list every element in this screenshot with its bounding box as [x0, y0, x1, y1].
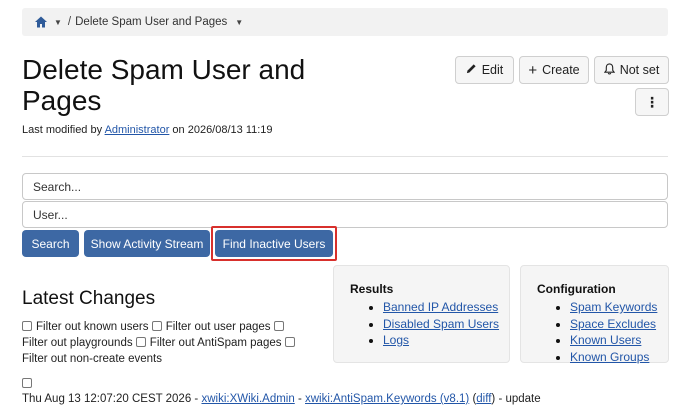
banned-ip-link[interactable]: Banned IP Addresses — [383, 300, 498, 314]
chevron-down-icon[interactable]: ▼ — [235, 18, 243, 27]
plus-icon: + — [528, 61, 538, 79]
search-input[interactable]: Search... — [22, 173, 668, 200]
filter-checkbox[interactable] — [284, 337, 295, 347]
change-user-link[interactable]: xwiki:XWiki.Admin — [201, 393, 294, 405]
space-excludes-link[interactable]: Space Excludes — [570, 317, 656, 331]
spam-keywords-link[interactable]: Spam Keywords — [570, 300, 657, 314]
filter-list: Filter out known users Filter out user p… — [22, 319, 322, 367]
filter-checkbox[interactable] — [22, 321, 32, 331]
known-users-link[interactable]: Known Users — [570, 333, 641, 347]
last-modified: Last modified by Administrator on 2026/0… — [22, 124, 273, 136]
bell-icon — [603, 62, 615, 78]
configuration-panel: Configuration Spam Keywords Space Exclud… — [520, 265, 669, 364]
breadcrumb: ▼ / Delete Spam User and Pages ▼ — [22, 8, 668, 36]
filter-checkbox[interactable] — [135, 337, 146, 347]
change-entry: Thu Aug 13 12:07:20 CEST 2026 - xwiki:XW… — [22, 393, 541, 405]
diff-link[interactable]: diff — [476, 393, 491, 405]
configuration-title: Configuration — [537, 282, 616, 296]
results-panel: Results Banned IP Addresses Disabled Spa… — [333, 265, 510, 363]
page-title: Delete Spam User and Pages — [22, 54, 306, 116]
breadcrumb-current[interactable]: Delete Spam User and Pages — [75, 16, 227, 28]
change-page-link[interactable]: xwiki:AntiSpam.Keywords (v8.1) — [305, 393, 469, 405]
divider — [22, 156, 668, 157]
chevron-down-icon[interactable]: ▼ — [54, 18, 62, 27]
highlight-box — [211, 226, 337, 261]
pencil-icon — [466, 63, 477, 77]
change-date: Thu Aug 13 12:07:20 CEST 2026 — [22, 393, 192, 405]
more-vertical-icon: ⋮ — [645, 93, 659, 110]
more-actions-button[interactable]: ⋮ — [635, 88, 669, 116]
create-button[interactable]: + Create — [519, 56, 589, 84]
user-input[interactable]: User... — [22, 201, 668, 228]
show-activity-stream-button[interactable]: Show Activity Stream — [84, 230, 210, 257]
results-title: Results — [350, 282, 394, 296]
notification-button[interactable]: Not set — [594, 56, 669, 84]
author-link[interactable]: Administrator — [105, 124, 170, 136]
disabled-spam-users-link[interactable]: Disabled Spam Users — [383, 317, 499, 331]
latest-changes-heading: Latest Changes — [22, 288, 156, 309]
filter-checkbox[interactable] — [273, 321, 284, 331]
breadcrumb-separator: / — [67, 16, 72, 28]
known-groups-link[interactable]: Known Groups — [570, 350, 649, 364]
search-button[interactable]: Search — [22, 230, 79, 257]
filter-checkbox[interactable] — [151, 321, 162, 331]
edit-button[interactable]: Edit — [455, 56, 514, 84]
filter-checkbox[interactable] — [22, 378, 32, 388]
home-icon[interactable] — [34, 15, 48, 29]
logs-link[interactable]: Logs — [383, 333, 409, 347]
